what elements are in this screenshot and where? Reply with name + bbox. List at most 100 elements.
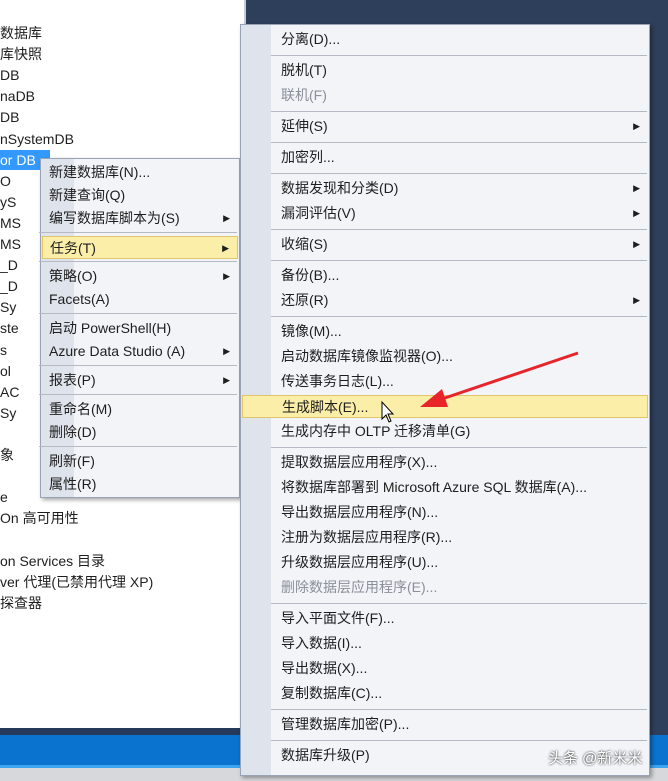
menu-item[interactable]: 联机(F) (242, 84, 648, 107)
menu-separator (39, 446, 237, 447)
menu-item[interactable]: 删除数据层应用程序(E)... (242, 576, 648, 599)
menu-item[interactable]: 加密列... (242, 146, 648, 169)
tree-node[interactable]: 探查器 (0, 593, 42, 613)
menu-item-label: 数据库升级(P) (281, 747, 370, 763)
menu-item-label: 镜像(M)... (281, 323, 342, 339)
menu-separator (39, 365, 237, 366)
tree-node[interactable]: 象 (0, 445, 14, 465)
menu-item-label: 删除(D) (49, 424, 97, 440)
menu-item-label: 还原(R) (281, 292, 329, 308)
menu-item[interactable]: Facets(A) (42, 288, 238, 311)
tree-node[interactable]: yS (0, 192, 16, 212)
tree-node[interactable]: AC (0, 382, 19, 402)
menu-item[interactable]: 启动 PowerShell(H) (42, 317, 238, 340)
menu-item[interactable]: 导出数据(X)... (242, 657, 648, 680)
submenu-arrow-icon: ▶ (223, 213, 230, 223)
menu-item[interactable]: 刷新(F) (42, 450, 238, 473)
menu-item[interactable]: 漏洞评估(V) ▶ (242, 202, 648, 225)
menu-item[interactable]: 重命名(M) (42, 398, 238, 421)
tree-node[interactable]: O (0, 171, 11, 191)
menu-separator (39, 313, 237, 314)
tree-node[interactable]: ste (0, 318, 19, 338)
menu-item[interactable]: 管理数据库加密(P)... (242, 713, 648, 736)
menu-item[interactable]: 报表(P) ▶ (42, 369, 238, 392)
menu-item[interactable]: 收缩(S) ▶ (242, 233, 648, 256)
tree-node[interactable]: Sy (0, 297, 16, 317)
menu-item[interactable]: 复制数据库(C)... (242, 682, 648, 705)
menu-item[interactable]: 还原(R) ▶ (242, 289, 648, 312)
menu-separator (39, 394, 237, 395)
menu-item[interactable]: 策略(O) ▶ (42, 265, 238, 288)
menu-item-label: 注册为数据层应用程序(R)... (281, 529, 453, 545)
menu-item-label: 收缩(S) (281, 236, 328, 252)
tree-node[interactable]: MS (0, 213, 21, 233)
menu-separator (271, 229, 647, 230)
menu-item[interactable]: Azure Data Studio (A) ▶ (42, 340, 238, 363)
tree-node[interactable]: e (0, 487, 8, 507)
submenu-arrow-icon: ▶ (223, 346, 230, 356)
submenu-arrow-icon: ▶ (633, 121, 640, 131)
menu-item[interactable]: 删除(D) (42, 421, 238, 444)
menu-item-label: 任务(T) (50, 240, 96, 256)
menu-item-label: 备份(B)... (281, 267, 340, 283)
tree-node[interactable]: ol (0, 361, 11, 381)
menu-item[interactable]: 新建数据库(N)... (42, 161, 238, 184)
menu-item-label: 报表(P) (49, 372, 96, 388)
menu-item-label: 数据发现和分类(D) (281, 180, 399, 196)
menu-separator (271, 447, 647, 448)
menu-item-label: 编写数据库脚本为(S) (49, 210, 180, 226)
tree-node[interactable]: s (0, 340, 7, 360)
menu-item-label: 脱机(T) (281, 62, 327, 78)
menu-item[interactable]: 导出数据层应用程序(N)... (242, 501, 648, 524)
tree-node[interactable]: _D (0, 276, 18, 296)
menu-item-label: 升级数据层应用程序(U)... (281, 554, 439, 570)
menu-item[interactable]: 提取数据层应用程序(X)... (242, 451, 648, 474)
menu-item[interactable]: 升级数据层应用程序(U)... (242, 551, 648, 574)
tree-node[interactable]: nSystemDB (0, 129, 74, 149)
submenu-arrow-icon: ▶ (633, 239, 640, 249)
tree-node[interactable]: DB (0, 107, 19, 127)
menu-item[interactable]: 导入数据(I)... (242, 632, 648, 655)
menu-item[interactable]: 备份(B)... (242, 264, 648, 287)
menu-separator (39, 261, 237, 262)
tree-node[interactable]: MS (0, 234, 21, 254)
submenu-arrow-icon: ▶ (633, 183, 640, 193)
tree-node[interactable]: naDB (0, 86, 35, 106)
menu-item-label: 复制数据库(C)... (281, 685, 383, 701)
tree-node[interactable]: _D (0, 255, 18, 275)
menu-item-label: 新建数据库(N)... (49, 164, 151, 180)
menu-item[interactable]: 将数据库部署到 Microsoft Azure SQL 数据库(A)... (242, 476, 648, 499)
menu-item[interactable]: 任务(T) ▶ (42, 236, 238, 259)
menu-item[interactable]: 延伸(S) ▶ (242, 115, 648, 138)
submenu-arrow-icon: ▶ (223, 271, 230, 281)
tree-node[interactable]: DB (0, 65, 19, 85)
menu-separator (271, 603, 647, 604)
menu-item[interactable]: 镜像(M)... (242, 320, 648, 343)
menu-item-label: 加密列... (281, 149, 335, 165)
tree-node[interactable]: ver 代理(已禁用代理 XP) (0, 572, 153, 592)
menu-separator (271, 709, 647, 710)
tree-node[interactable]: On 高可用性 (0, 508, 79, 528)
tree-node[interactable]: 数据库 (0, 23, 42, 43)
menu-item[interactable]: 分离(D)... (242, 28, 648, 51)
tree-node[interactable]: Sy (0, 403, 16, 423)
menu-item[interactable]: 编写数据库脚本为(S) ▶ (42, 207, 238, 230)
menu-item[interactable]: 注册为数据层应用程序(R)... (242, 526, 648, 549)
menu-item-label: 提取数据层应用程序(X)... (281, 454, 438, 470)
menu-item-label: 管理数据库加密(P)... (281, 716, 410, 732)
menu-item[interactable]: 脱机(T) (242, 59, 648, 82)
menu-item[interactable]: 属性(R) (42, 473, 238, 496)
menu-item-label: 联机(F) (281, 87, 327, 103)
tree-node[interactable]: on Services 目录 (0, 551, 105, 571)
submenu-arrow-icon: ▶ (223, 375, 230, 385)
menu-item[interactable]: 数据发现和分类(D) ▶ (242, 177, 648, 200)
menu-item[interactable]: 导入平面文件(F)... (242, 607, 648, 630)
menu-item-label: 属性(R) (49, 476, 97, 492)
menu-item-label: 导出数据层应用程序(N)... (281, 504, 439, 520)
tree-node[interactable]: 库快照 (0, 44, 42, 64)
menu-item-label: 新建查询(Q) (49, 187, 126, 203)
submenu-arrow-icon: ▶ (222, 243, 229, 253)
menu-item-label: 策略(O) (49, 268, 98, 284)
menu-item[interactable]: 新建查询(Q) (42, 184, 238, 207)
menu-item-label: 导入平面文件(F)... (281, 610, 395, 626)
